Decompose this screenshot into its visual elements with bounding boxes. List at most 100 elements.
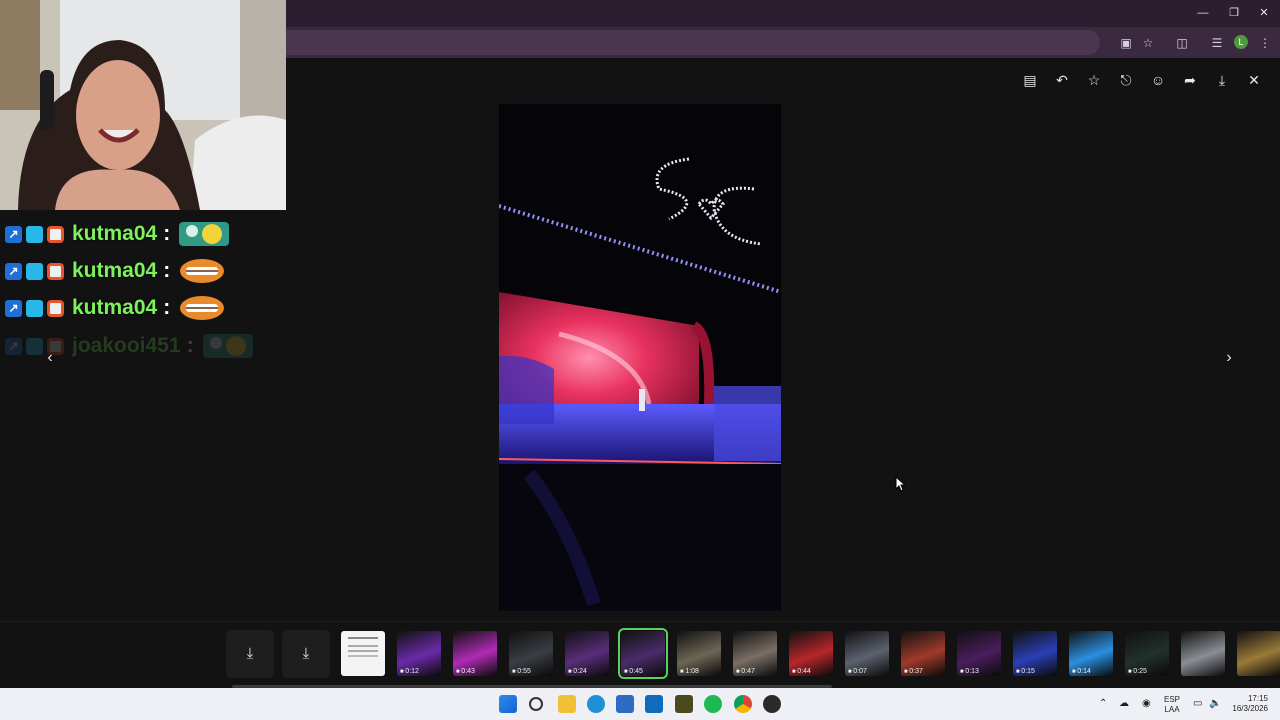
chat-separator: : xyxy=(163,222,171,245)
chat-separator: : xyxy=(163,259,171,282)
video-thumbnail[interactable]: 0:15 xyxy=(1013,631,1057,676)
ring-badge-icon xyxy=(47,337,64,355)
star-icon[interactable]: ☆ xyxy=(1083,69,1105,91)
video-thumbnail[interactable]: 0:24 xyxy=(565,631,609,676)
video-thumbnail[interactable]: 0:43 xyxy=(453,631,497,676)
video-duration: 0:25 xyxy=(1128,668,1147,675)
prediction-badge-icon: ↗ xyxy=(5,337,22,355)
chat-message: ↗ kutma04: xyxy=(5,294,230,322)
video-duration: 0:24 xyxy=(568,668,587,675)
video-duration: 0:45 xyxy=(624,668,643,675)
video-duration: 0:47 xyxy=(736,668,755,675)
video-thumbnail[interactable]: 0:14 xyxy=(1069,631,1113,676)
video-duration: 0:12 xyxy=(400,668,419,675)
video-duration: 0:37 xyxy=(904,668,923,675)
video-player[interactable] xyxy=(499,104,781,611)
prediction-badge-icon: ↗ xyxy=(5,225,22,243)
video-duration: 0:15 xyxy=(1016,668,1035,675)
video-thumbnail[interactable]: 0:07 xyxy=(845,631,889,676)
outlook-icon[interactable] xyxy=(645,695,663,713)
onedrive-icon[interactable]: ☁ xyxy=(1119,699,1129,709)
video-thumbnail[interactable]: 0:25 xyxy=(1125,631,1169,676)
cube-badge-icon xyxy=(26,225,43,243)
video-thumbnail[interactable]: 0:55 xyxy=(509,631,553,676)
video-thumbnail[interactable]: 0:12 xyxy=(397,631,441,676)
prediction-badge-icon: ↗ xyxy=(5,262,22,280)
video-thumbnail[interactable]: 0:37 xyxy=(901,631,945,676)
extensions-icon[interactable]: ◫ xyxy=(1173,34,1191,52)
chat-separator: : xyxy=(186,334,194,357)
app-icon[interactable] xyxy=(675,695,693,713)
media-filmstrip: ⤓ ⤓ 0:12 0:43 0:55 0:24 0:45 1:08 0:47 0:44 0:07… xyxy=(0,621,1280,688)
volume-icon[interactable]: 🔈 xyxy=(1209,699,1221,709)
cube-badge-icon xyxy=(26,262,43,280)
video-thumbnail[interactable] xyxy=(1237,631,1280,676)
spotify-icon[interactable] xyxy=(704,695,722,713)
video-duration: 1:08 xyxy=(680,668,699,675)
concert-video-frame xyxy=(499,104,781,611)
reply-icon[interactable]: ↶ xyxy=(1051,69,1073,91)
yellow-pepe-emote xyxy=(202,334,253,358)
chrome-icon[interactable] xyxy=(734,695,752,713)
video-duration: 0:44 xyxy=(792,668,811,675)
video-thumbnail[interactable]: 1:08 xyxy=(677,631,721,676)
clock[interactable]: 17:15 16/3/2026 xyxy=(1224,694,1268,714)
video-duration: 0:13 xyxy=(960,668,979,675)
minimize-icon[interactable]: — xyxy=(1189,4,1217,22)
edge-icon[interactable] xyxy=(587,695,605,713)
media-controls-icon[interactable]: ☰ xyxy=(1208,34,1226,52)
close-icon[interactable]: ✕ xyxy=(1243,69,1265,91)
video-thumbnail[interactable]: 0:47 xyxy=(733,631,777,676)
search-icon[interactable] xyxy=(529,697,543,711)
webcam-overlay xyxy=(0,0,286,210)
menu-icon[interactable]: ⋮ xyxy=(1256,34,1274,52)
forward-icon[interactable]: ➦ xyxy=(1179,69,1201,91)
emoji-icon[interactable]: ☺ xyxy=(1147,69,1169,91)
obs-icon[interactable] xyxy=(763,695,781,713)
video-thumbnail[interactable]: 0:45 xyxy=(618,628,668,679)
video-duration: 0:14 xyxy=(1072,668,1091,675)
download-icon[interactable]: ⤓ xyxy=(1211,69,1233,91)
restore-icon[interactable]: ❐ xyxy=(1220,4,1248,22)
windows-taskbar: ⌃ ☁ ◉ ESP LAA ▭ 🔈 17:15 16/3/2026 xyxy=(0,688,1280,720)
video-thumbnail[interactable] xyxy=(1181,631,1225,676)
tray-chevron-icon[interactable]: ⌃ xyxy=(1099,699,1107,709)
star-icon[interactable]: ☆ xyxy=(1139,34,1157,52)
chat-message: ↗ kutma04: xyxy=(5,257,230,285)
install-app-icon[interactable]: ▣ xyxy=(1117,34,1135,52)
microphone-icon[interactable]: ◉ xyxy=(1142,699,1151,709)
language-indicator[interactable]: ESP LAA xyxy=(1161,695,1183,715)
laughing-face-emote xyxy=(180,296,225,320)
video-duration: 0:43 xyxy=(456,668,475,675)
chat-message: ↗ kutma04: xyxy=(5,220,230,248)
download-icon[interactable]: ⤓ xyxy=(282,630,330,678)
cube-badge-icon xyxy=(26,337,43,355)
cube-badge-icon xyxy=(26,299,43,317)
chat-username: kutma04 xyxy=(72,296,158,319)
windows-start-icon[interactable] xyxy=(499,695,517,713)
chat-username: kutma04 xyxy=(72,222,158,245)
caption-icon[interactable]: ▤ xyxy=(1019,69,1041,91)
clock-date: 16/3/2026 xyxy=(1232,704,1268,713)
clock-time: 17:15 xyxy=(1247,694,1268,703)
video-thumbnail[interactable]: 0:13 xyxy=(957,631,1001,676)
video-thumbnail[interactable]: 0:44 xyxy=(789,631,833,676)
laughing-face-emote xyxy=(180,259,225,283)
prediction-badge-icon: ↗ xyxy=(5,299,22,317)
chevron-right-icon[interactable]: › xyxy=(1217,346,1241,370)
language-label: ESP xyxy=(1163,695,1180,704)
close-icon[interactable]: ✕ xyxy=(1250,4,1278,22)
store-icon[interactable] xyxy=(616,695,634,713)
profile-avatar[interactable]: L xyxy=(1234,35,1248,49)
pin-icon[interactable]: ⎋ xyxy=(1115,69,1137,91)
display-icon[interactable]: ▭ xyxy=(1193,699,1202,709)
ring-badge-icon xyxy=(47,262,64,280)
download-icon[interactable]: ⤓ xyxy=(226,630,274,678)
chat-separator: : xyxy=(163,296,171,319)
chat-username: joakooi451 xyxy=(72,334,181,357)
document-thumbnail[interactable] xyxy=(341,631,385,676)
video-duration: 0:55 xyxy=(512,668,531,675)
chat-username: kutma04 xyxy=(72,259,158,282)
yellow-pepe-emote xyxy=(179,222,230,246)
file-explorer-icon[interactable] xyxy=(558,695,576,713)
